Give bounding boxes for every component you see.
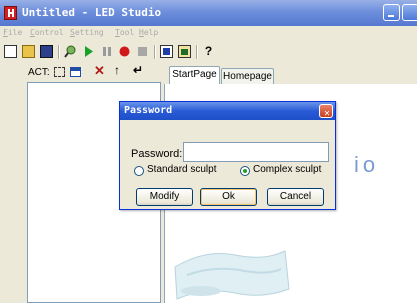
- menu-bar: File Control Setting Tool Help: [0, 26, 417, 42]
- menu-setting[interactable]: Setting: [70, 28, 104, 37]
- modify-button[interactable]: Modify: [136, 188, 193, 206]
- close-icon: ✕: [324, 108, 331, 119]
- complex-sculpt-label: Complex sculpt: [253, 164, 322, 175]
- menu-file[interactable]: File: [3, 28, 22, 37]
- stop-icon[interactable]: [136, 45, 149, 58]
- minimize-icon: [388, 15, 394, 17]
- tab-homepage[interactable]: Homepage: [221, 68, 274, 84]
- up-arrow-icon[interactable]: ↑: [114, 63, 120, 77]
- dialog-title-bar: Password ✕: [120, 102, 335, 120]
- menu-control[interactable]: Control: [30, 28, 64, 37]
- return-arrow-icon[interactable]: ↵: [133, 63, 143, 77]
- password-label: Password:: [131, 148, 183, 160]
- password-input[interactable]: [183, 142, 329, 162]
- save-icon[interactable]: [40, 45, 53, 58]
- open-file-icon[interactable]: [22, 45, 35, 58]
- tab-startpage[interactable]: StartPage: [169, 66, 220, 85]
- act-label: ACT:: [28, 67, 50, 78]
- title-bar: Untitled - LED Studio: [0, 0, 417, 26]
- new-file-icon[interactable]: [4, 45, 17, 58]
- menu-tool[interactable]: Tool: [115, 28, 134, 37]
- standard-sculpt-label: Standard sculpt: [147, 164, 217, 175]
- sculpture-image: [174, 250, 290, 300]
- screen-icon[interactable]: [160, 45, 173, 58]
- menu-help[interactable]: Help: [139, 28, 158, 37]
- cancel-button[interactable]: Cancel: [267, 188, 324, 206]
- dialog-title: Password: [124, 105, 173, 116]
- play-icon[interactable]: [82, 45, 95, 58]
- minimize-button[interactable]: [383, 4, 400, 21]
- delete-icon[interactable]: ✕: [94, 63, 105, 79]
- maximize-button[interactable]: [402, 4, 417, 21]
- pause-icon[interactable]: [100, 45, 113, 58]
- window-title: Untitled - LED Studio: [22, 6, 162, 19]
- ok-button[interactable]: Ok: [200, 188, 257, 206]
- record-icon[interactable]: [118, 45, 131, 58]
- search-icon[interactable]: [64, 45, 77, 58]
- standard-sculpt-radio[interactable]: [134, 166, 144, 176]
- toolbar: ?: [0, 42, 417, 62]
- dialog-close-button[interactable]: ✕: [319, 104, 333, 119]
- help-icon[interactable]: ?: [202, 45, 215, 58]
- app-logo-icon: [4, 6, 17, 20]
- select-icon[interactable]: [54, 67, 65, 77]
- watermark-text: io: [354, 152, 380, 177]
- window-icon[interactable]: [178, 45, 191, 58]
- complex-sculpt-radio[interactable]: [240, 166, 250, 176]
- password-dialog: Password ✕ Password: Standard sculpt Com…: [119, 101, 336, 210]
- table-icon[interactable]: [70, 67, 81, 77]
